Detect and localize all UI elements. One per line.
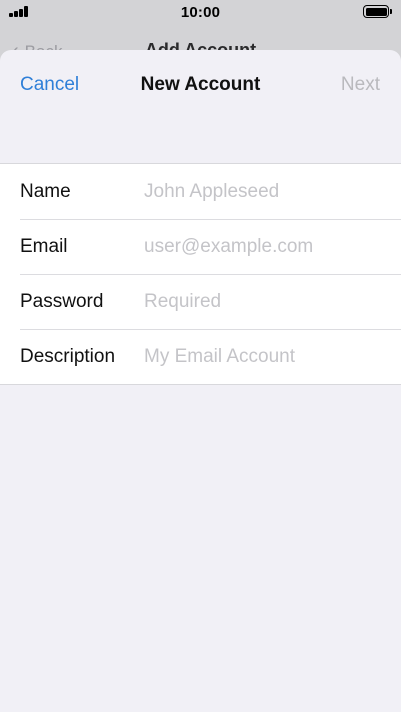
battery-full-icon: [363, 5, 392, 18]
account-form: Name Email Password Description: [0, 163, 401, 385]
email-row: Email: [0, 219, 401, 274]
name-label: Name: [20, 181, 71, 202]
description-label: Description: [20, 346, 116, 367]
name-field[interactable]: [144, 178, 384, 206]
new-account-sheet: Cancel New Account Next Name Email Passw…: [0, 50, 401, 712]
email-field[interactable]: [144, 233, 384, 261]
status-time: 10:00: [180, 4, 221, 21]
password-row: Password: [0, 274, 401, 329]
next-button[interactable]: Next: [341, 74, 380, 96]
description-row: Description: [0, 329, 401, 384]
name-row: Name: [0, 164, 401, 219]
password-field[interactable]: [144, 288, 384, 316]
password-label: Password: [20, 291, 104, 312]
sheet-header: Cancel New Account Next: [0, 50, 401, 120]
description-field[interactable]: [144, 343, 384, 371]
status-bar: 10:00: [0, 0, 401, 26]
email-label: Email: [20, 236, 68, 257]
